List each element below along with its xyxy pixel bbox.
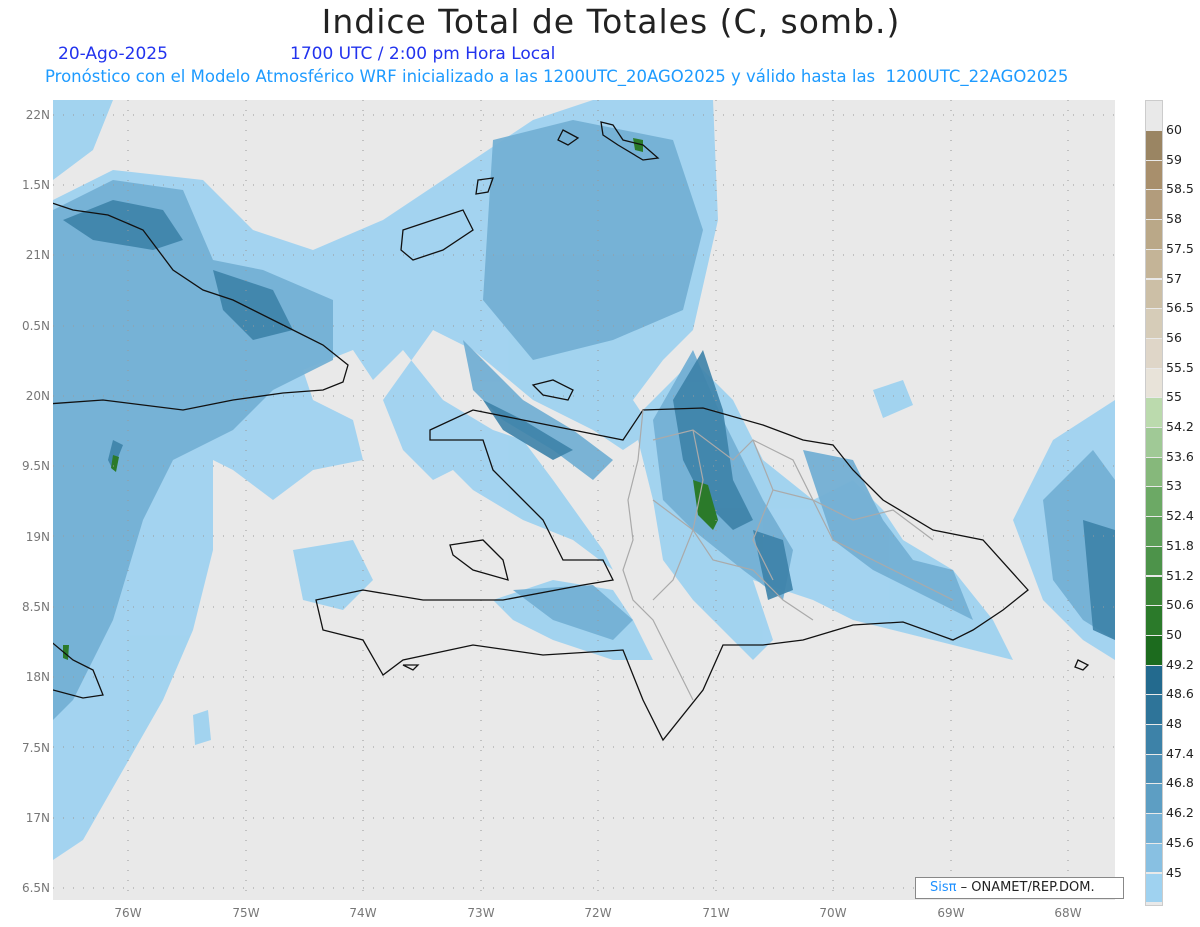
credit-brand: Sisπ <box>930 880 957 895</box>
colorbar-segment <box>1146 695 1162 724</box>
colorbar-label: 52.4 <box>1166 508 1194 524</box>
lon-label: 75W <box>232 906 260 920</box>
chart-title: Indice Total de Totales (C, somb.) <box>321 2 901 41</box>
colorbar-segment <box>1146 368 1162 398</box>
lat-label: 22N <box>25 108 50 122</box>
forecast-date: 20-Ago-2025 <box>58 44 168 64</box>
colorbar-label: 58.5 <box>1166 181 1194 197</box>
lat-label: 6.5N <box>21 881 50 895</box>
colorbar-segment <box>1146 428 1162 457</box>
colorbar-label: 48 <box>1166 716 1182 731</box>
colorbar-label: 57 <box>1166 270 1182 286</box>
forecast-time: 1700 UTC / 2:00 pm Hora Local <box>290 44 556 64</box>
colorbar-segment <box>1146 843 1162 873</box>
colorbar-label: 55.5 <box>1166 359 1194 375</box>
map-svg <box>53 100 1115 900</box>
colorbar-label: 56.5 <box>1166 300 1194 316</box>
lon-label: 72W <box>584 906 612 920</box>
lon-label: 68W <box>1054 906 1082 920</box>
lat-label: 20N <box>25 389 50 403</box>
colorbar-label: 57.5 <box>1166 240 1194 256</box>
credit-text: – ONAMET/REP.DOM. <box>956 880 1095 895</box>
lon-label: 73W <box>467 906 495 920</box>
colorbar-label: 46.8 <box>1166 775 1194 791</box>
colorbar-segment <box>1146 309 1162 338</box>
colorbar-segment <box>1146 576 1162 606</box>
colorbar-segment <box>1146 814 1162 843</box>
lon-label: 70W <box>819 906 847 920</box>
colorbar-segment <box>1146 665 1162 695</box>
colorbar-label: 55 <box>1166 389 1182 405</box>
colorbar-label: 50.6 <box>1166 597 1194 613</box>
colorbar-segment <box>1146 517 1162 546</box>
colorbar-segment <box>1146 220 1162 249</box>
colorbar-segment <box>1146 279 1162 309</box>
lat-label: 19N <box>25 530 50 544</box>
colorbar-segment <box>1146 457 1162 487</box>
credit-box: Sisπ – ONAMET/REP.DOM. <box>915 877 1124 899</box>
lon-label: 74W <box>349 906 377 920</box>
colorbar-segment <box>1146 873 1162 903</box>
map-area <box>53 100 1115 900</box>
colorbar-label: 56 <box>1166 329 1182 345</box>
colorbar-segment <box>1146 190 1162 220</box>
colorbar-label: 48.6 <box>1166 686 1194 702</box>
forecast-subtitle: Pronóstico con el Modelo Atmosférico WRF… <box>45 67 1069 86</box>
colorbar-segment <box>1146 635 1162 665</box>
colorbar-label: 51.2 <box>1166 567 1194 583</box>
colorbar <box>1145 100 1163 906</box>
colorbar-segment <box>1146 546 1162 576</box>
colorbar-label: 54.2 <box>1166 419 1194 434</box>
colorbar-label: 53 <box>1166 478 1182 494</box>
lon-label: 69W <box>937 906 965 920</box>
lat-label: 1.5N <box>21 178 50 192</box>
colorbar-label: 58 <box>1166 211 1182 227</box>
colorbar-segment <box>1146 725 1162 754</box>
lat-label: 8.5N <box>21 600 50 614</box>
colorbar-label: 47.4 <box>1166 745 1194 761</box>
colorbar-segment <box>1146 398 1162 427</box>
colorbar-label: 45.6 <box>1166 834 1194 850</box>
colorbar-label: 49.2 <box>1166 656 1194 672</box>
colorbar-segment <box>1146 160 1162 190</box>
colorbar-label: 45 <box>1166 864 1182 880</box>
colorbar-label: 53.6 <box>1166 448 1194 464</box>
lat-label: 17N <box>25 811 50 825</box>
colorbar-segment <box>1146 754 1162 784</box>
colorbar-label: 50 <box>1166 626 1182 642</box>
lat-label: 0.5N <box>21 319 50 333</box>
lat-label: 9.5N <box>21 459 50 473</box>
colorbar-segment <box>1146 338 1162 368</box>
lat-label: 18N <box>25 670 50 684</box>
lat-label: 7.5N <box>21 741 50 755</box>
colorbar-label: 60 <box>1166 122 1182 137</box>
colorbar-segment <box>1146 131 1162 160</box>
colorbar-label: 51.8 <box>1166 537 1194 553</box>
colorbar-segment <box>1146 249 1162 279</box>
colorbar-label: 59 <box>1166 151 1182 167</box>
lon-label: 71W <box>702 906 730 920</box>
colorbar-label: 46.2 <box>1166 805 1194 821</box>
lon-label: 76W <box>114 906 142 920</box>
lat-label: 21N <box>25 248 50 262</box>
colorbar-segment <box>1146 606 1162 635</box>
colorbar-segment <box>1146 487 1162 517</box>
colorbar-segment <box>1146 784 1162 814</box>
